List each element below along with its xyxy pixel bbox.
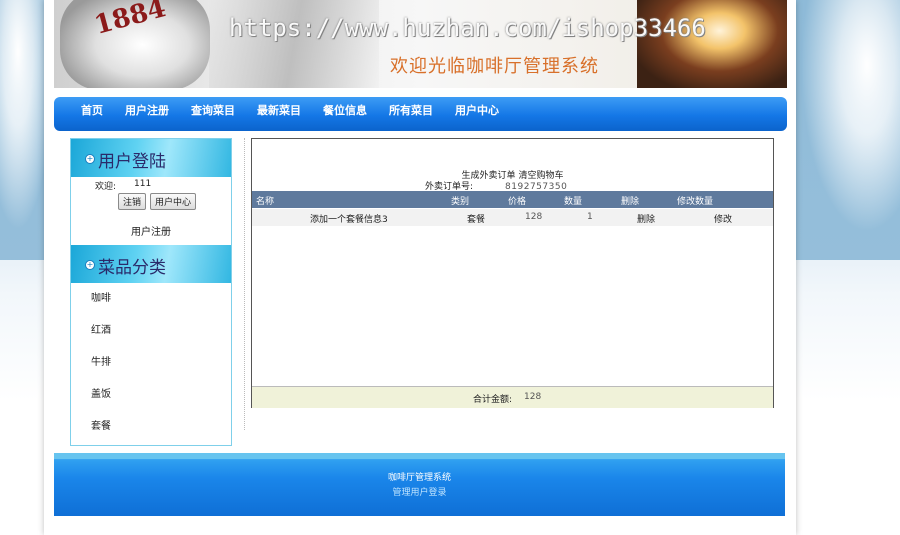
plus-icon: + (85, 260, 95, 270)
nav-item-seating[interactable]: 餐位信息 (323, 102, 367, 118)
table-row: 添加一个套餐信息3 套餐 128 1 删除 修改 (252, 209, 773, 226)
category-item-set-meal[interactable]: 套餐 (71, 411, 231, 443)
row-name: 添加一个套餐信息3 (310, 215, 388, 225)
col-quantity: 数量 (564, 197, 583, 207)
category-item-steak[interactable]: 牛排 (71, 347, 231, 379)
divider (244, 138, 245, 430)
nav-item-home[interactable]: 首页 (81, 102, 103, 118)
category-item-wine[interactable]: 红酒 (71, 315, 231, 347)
footer: 咖啡厅管理系统 管理用户登录 (54, 453, 785, 516)
row-price: 128 (525, 212, 543, 222)
nav-item-user-center[interactable]: 用户中心 (455, 102, 499, 118)
col-category: 类别 (451, 197, 470, 207)
category-section-header: + 菜品分类 (71, 245, 231, 283)
category-item-coffee[interactable]: 咖啡 (71, 283, 231, 315)
col-name: 名称 (256, 197, 275, 207)
sky-right (790, 0, 900, 260)
row-delete-link[interactable]: 删除 (637, 212, 655, 225)
welcome-title: 欢迎光临咖啡厅管理系统 (390, 56, 599, 77)
main-nav: 首页 用户注册 查询菜目 最新菜目 餐位信息 所有菜目 用户中心 (54, 97, 787, 131)
category-section-title: 菜品分类 (98, 258, 166, 278)
category-item-rice[interactable]: 盖饭 (71, 379, 231, 411)
row-modify-link[interactable]: 修改 (714, 212, 732, 225)
total-value: 128 (524, 392, 542, 402)
login-section-header: + 用户登陆 (71, 139, 231, 177)
sidebar: + 用户登陆 欢迎: 111 注销 用户中心 用户注册 + 菜品分类 咖啡 红酒… (70, 138, 232, 446)
cart-total: 合计金额: 128 (252, 386, 773, 408)
page-container: 1884 https://www.huzhan.com/ishop33466 欢… (44, 0, 796, 535)
logout-button[interactable]: 注销 (118, 193, 147, 210)
plus-icon: + (85, 154, 95, 164)
col-price: 价格 (508, 197, 527, 207)
col-modify-qty: 修改数量 (677, 197, 714, 207)
header-banner: 1884 https://www.huzhan.com/ishop33466 欢… (54, 0, 787, 88)
category-list: 咖啡 红酒 牛排 盖饭 套餐 (71, 283, 231, 443)
login-panel: 欢迎: 111 注销 用户中心 用户注册 (71, 177, 231, 245)
cart-panel: 生成外卖订单 清空购物车 外卖订单号: 8192757350 名称 类别 价格 数… (251, 138, 774, 408)
nav-item-latest-menu[interactable]: 最新菜目 (257, 102, 301, 118)
col-delete: 删除 (621, 197, 640, 207)
total-label: 合计金额: (473, 395, 513, 405)
row-category: 套餐 (467, 215, 486, 225)
admin-login-link[interactable]: 管理用户登录 (54, 485, 785, 498)
table-header: 名称 类别 价格 数量 删除 修改数量 (252, 191, 773, 208)
footer-system-name: 咖啡厅管理系统 (387, 473, 451, 483)
login-section-title: 用户登陆 (98, 152, 166, 172)
nav-item-register[interactable]: 用户注册 (125, 102, 169, 118)
username-value: 111 (134, 179, 152, 189)
footer-top-band (54, 453, 785, 459)
user-center-button[interactable]: 用户中心 (150, 193, 197, 210)
nav-item-search-menu[interactable]: 查询菜目 (191, 102, 235, 118)
nav-item-all-menu[interactable]: 所有菜目 (389, 102, 433, 118)
register-link[interactable]: 用户注册 (71, 223, 231, 238)
watermark-url: https://www.huzhan.com/ishop33466 (229, 14, 706, 42)
row-quantity: 1 (587, 212, 593, 222)
welcome-label: 欢迎: (95, 182, 117, 192)
